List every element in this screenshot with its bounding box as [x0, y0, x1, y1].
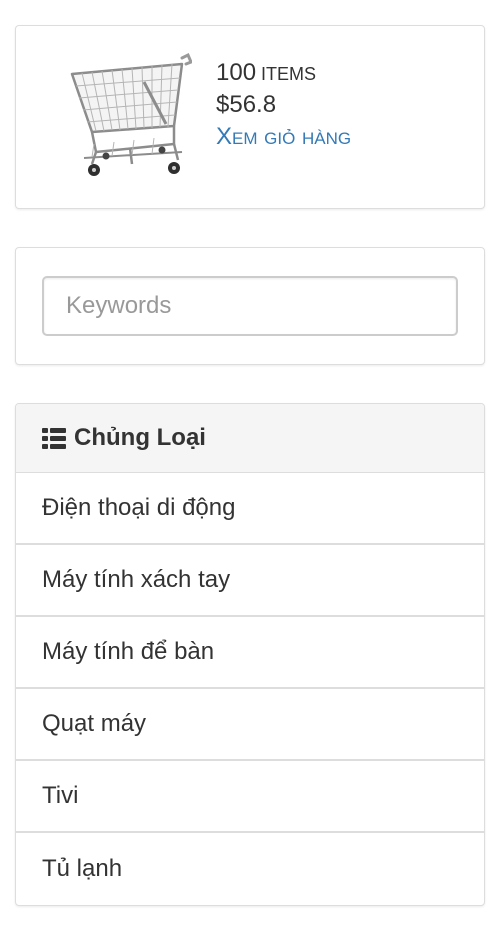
- cart-info: 100 items $56.8 Xem giỏ hàng: [216, 58, 351, 153]
- category-item-may-tinh-xach-tay[interactable]: Máy tính xách tay: [16, 545, 484, 617]
- category-panel: Chủng Loại Điện thoại di động Máy tính x…: [15, 403, 485, 906]
- category-item-quat-may[interactable]: Quạt máy: [16, 689, 484, 761]
- list-icon: [42, 427, 66, 449]
- shopping-cart-image: [70, 52, 192, 176]
- search-input[interactable]: [42, 276, 458, 336]
- category-list: Điện thoại di động Máy tính xách tay Máy…: [16, 473, 484, 905]
- cart-items-word: items: [261, 64, 317, 84]
- view-cart-link[interactable]: Xem giỏ hàng: [216, 121, 351, 153]
- cart-count-value: 100: [216, 59, 257, 86]
- search-panel: [15, 247, 485, 365]
- cart-total: $56.8: [216, 91, 277, 118]
- category-item-tu-lanh[interactable]: Tủ lạnh: [16, 833, 484, 905]
- category-item-dien-thoai[interactable]: Điện thoại di động: [16, 473, 484, 545]
- cart-summary-panel: 100 items $56.8 Xem giỏ hàng: [15, 25, 485, 209]
- category-item-tivi[interactable]: Tivi: [16, 761, 484, 833]
- cart-item-count: 100 items: [216, 58, 351, 89]
- category-title: Chủng Loại: [74, 424, 206, 451]
- category-item-may-tinh-de-ban[interactable]: Máy tính để bàn: [16, 617, 484, 689]
- category-heading: Chủng Loại: [16, 404, 484, 473]
